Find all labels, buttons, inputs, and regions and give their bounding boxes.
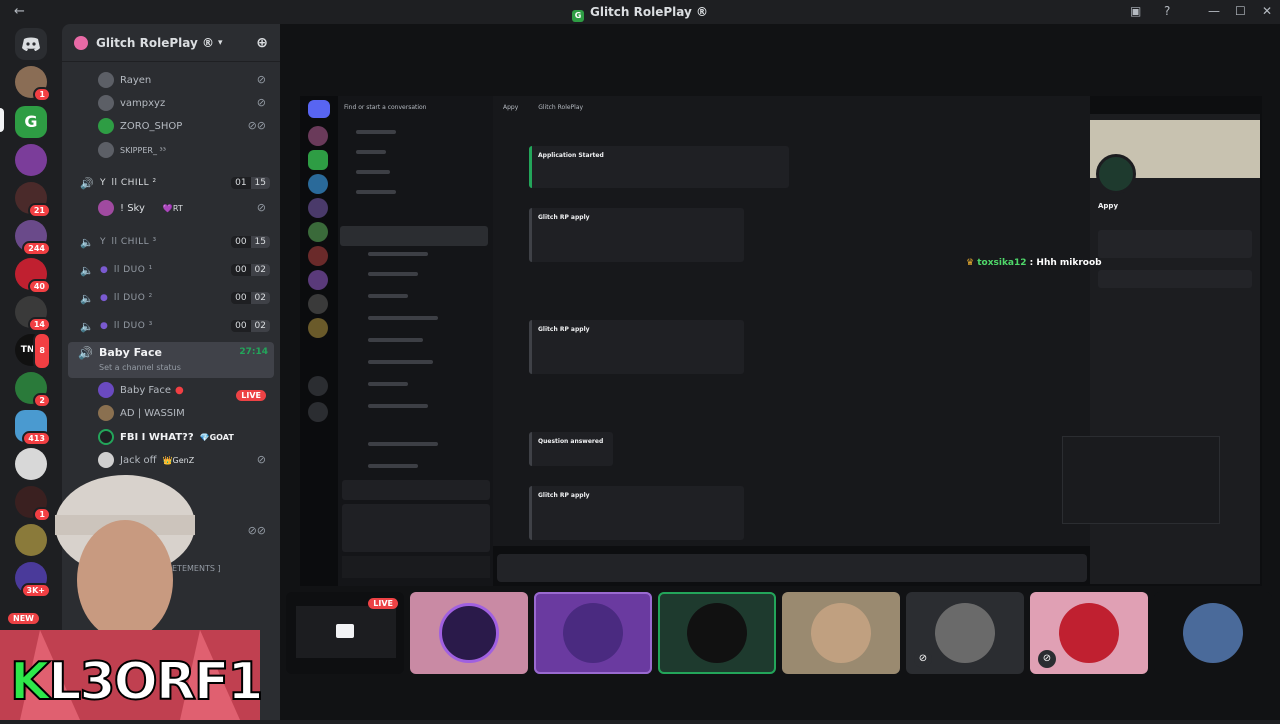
- voice-user-streaming[interactable]: Baby Face ●: [98, 380, 184, 400]
- participant-tile-speaking[interactable]: [658, 592, 776, 674]
- voice-channel-baby-face[interactable]: 🔊 Baby Face 27:14 Set a channel status: [68, 342, 274, 378]
- stream-screen[interactable]: Find or start a conversation Appy Glitch …: [300, 96, 1262, 586]
- minimize-icon[interactable]: —: [1208, 4, 1220, 18]
- speaker-icon: 🔈: [80, 263, 94, 277]
- voice-user[interactable]: ZORO_SHOP: [98, 116, 182, 136]
- discord-home-icon[interactable]: [15, 28, 47, 60]
- speaker-icon: 🔈: [80, 235, 94, 249]
- server-logo-icon: G: [571, 10, 584, 22]
- chevron-down-icon: ▾: [218, 37, 223, 48]
- mic-muted-icon: ⊘: [256, 201, 266, 214]
- voice-user[interactable]: vampxyz: [98, 93, 165, 113]
- voice-user[interactable]: FBI I WHAT?? 💎GOAT: [98, 427, 234, 447]
- server-icon[interactable]: 244: [15, 220, 51, 256]
- stream-pip-preview: [1062, 436, 1220, 524]
- selected-pill: [0, 108, 4, 132]
- speaker-active-icon: 🔊: [78, 346, 93, 360]
- speaker-icon: 🔈: [80, 319, 94, 333]
- streamer-brand-overlay: KL3ORF1: [9, 651, 265, 713]
- title-bar: ← G Glitch RolePlay ® ▣ ? — ☐ ✕: [0, 0, 1280, 24]
- deafened-icon: ⊘: [1038, 650, 1056, 668]
- participant-tile[interactable]: ⊘: [906, 592, 1024, 674]
- speaker-icon: 🔈: [80, 291, 94, 305]
- voice-channel-duo-2[interactable]: 🔈 ● ll DUO ² 00 02: [80, 288, 270, 308]
- stream-inner-sidebar: Find or start a conversation: [338, 96, 493, 586]
- voice-channel-chill-2[interactable]: 🔊 Yll CHILL ² 01 15: [80, 173, 270, 193]
- server-icon[interactable]: 21: [15, 182, 51, 218]
- server-icon[interactable]: [15, 144, 47, 176]
- stream-chat-overlay: ♛ toxsika12 : Hhh mikroob: [966, 258, 1102, 268]
- server-icon[interactable]: 2: [15, 372, 51, 408]
- participant-tiles: LIVE ⊘ ⊘: [286, 592, 1280, 674]
- participant-tile[interactable]: [1154, 592, 1272, 674]
- channel-status[interactable]: Set a channel status: [99, 363, 181, 372]
- inbox-icon[interactable]: ▣: [1130, 4, 1141, 18]
- server-header[interactable]: Glitch RolePlay ® ▾ ⊕: [62, 24, 280, 62]
- server-icon[interactable]: 40: [15, 258, 51, 294]
- voice-user[interactable]: Rayen: [98, 70, 151, 90]
- mic-muted-icon: ⊘: [256, 73, 266, 86]
- participant-tile[interactable]: [410, 592, 528, 674]
- deafened-icon: ⊘⊘: [247, 119, 266, 132]
- voice-channel-duo-1[interactable]: 🔈 ● ll DUO ¹ 00 02: [80, 260, 270, 280]
- dm-avatar[interactable]: 1: [15, 66, 51, 102]
- participant-tile[interactable]: [782, 592, 900, 674]
- participant-tile[interactable]: [534, 592, 652, 674]
- server-tnx-icon[interactable]: TNX 8: [15, 332, 51, 370]
- invite-icon[interactable]: ⊕: [256, 35, 268, 51]
- maximize-icon[interactable]: ☐: [1235, 4, 1246, 18]
- speaker-icon: 🔊: [80, 176, 94, 190]
- window-title: G Glitch RolePlay ®: [0, 5, 1280, 22]
- voice-user[interactable]: SKIPPER_ ³³: [98, 140, 166, 160]
- help-icon[interactable]: ?: [1164, 4, 1170, 18]
- live-badge: LIVE: [236, 383, 266, 402]
- server-badge-icon: [74, 35, 88, 50]
- server-glitch-icon[interactable]: G: [15, 106, 47, 138]
- screen-share-icon: [336, 624, 354, 638]
- live-badge: LIVE: [368, 598, 398, 609]
- voice-channel-chill-3[interactable]: 🔈 Yll CHILL ³ 00 15: [80, 232, 270, 252]
- voice-user[interactable]: AD | WASSIM: [98, 403, 185, 423]
- close-icon[interactable]: ✕: [1262, 4, 1272, 18]
- mic-muted-icon: ⊘: [256, 96, 266, 109]
- crown-icon: ♛: [966, 258, 975, 268]
- participant-tile[interactable]: ⊘: [1030, 592, 1148, 674]
- stream-inner-chat: Appy Glitch RolePlay Application Started …: [493, 96, 1090, 582]
- stream-inner-guild-rail: [300, 96, 338, 586]
- server-icon[interactable]: 14: [15, 296, 51, 332]
- server-icon[interactable]: 413: [15, 410, 51, 446]
- stream-tile[interactable]: LIVE: [286, 592, 404, 674]
- voice-channel-duo-3[interactable]: 🔈 ● ll DUO ³ 00 02: [80, 316, 270, 336]
- voice-user[interactable]: ! Sky 💜RT: [98, 198, 183, 218]
- mic-muted-icon: ⊘: [914, 650, 932, 668]
